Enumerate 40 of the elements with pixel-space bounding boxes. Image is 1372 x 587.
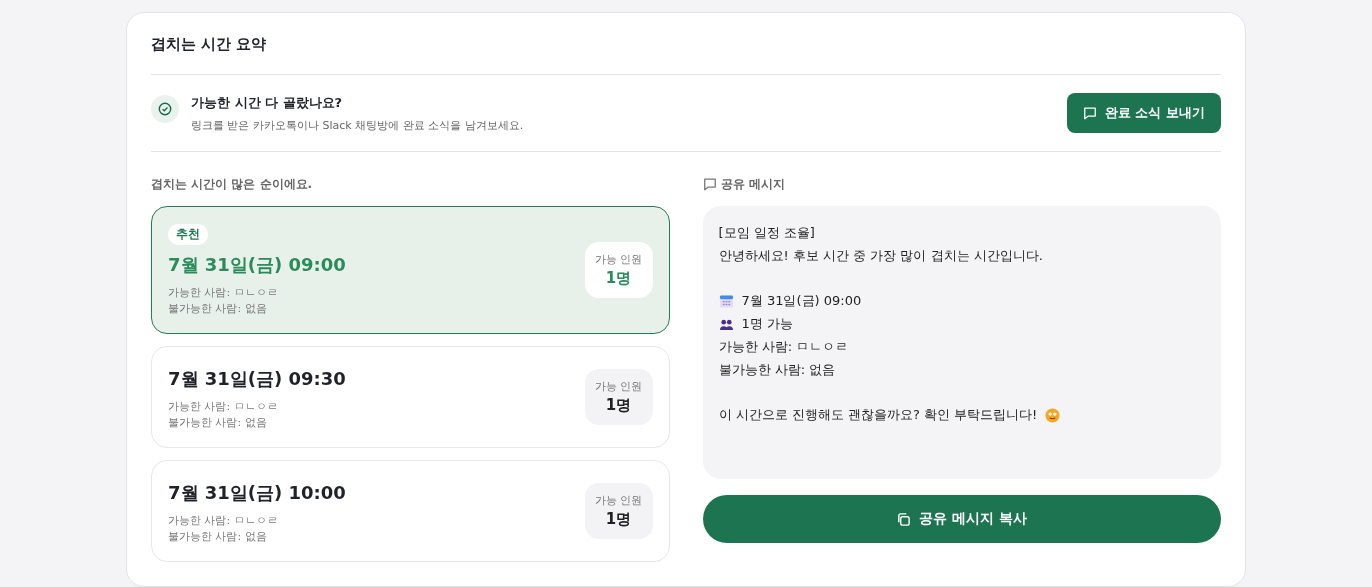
calendar-icon bbox=[718, 294, 734, 310]
ranking-heading: 겹치는 시간이 많은 순이에요. bbox=[151, 175, 313, 193]
copy-message-button[interactable]: 공유 메시지 복사 bbox=[702, 495, 1221, 543]
check-circle-icon bbox=[158, 102, 172, 116]
count-label: 가능 인원 bbox=[594, 252, 643, 267]
chat-icon bbox=[1082, 106, 1097, 120]
message-line: 가능한 사람: ㅁㄴㅇㄹ bbox=[718, 338, 849, 356]
unavailable-people: 불가능한 사람: 없음 bbox=[168, 301, 268, 317]
share-heading: 공유 메시지 bbox=[720, 175, 785, 193]
section-title: 겹치는 시간 요약 bbox=[151, 35, 268, 54]
slot-time: 7월 31일(금) 10:00 bbox=[168, 481, 346, 505]
count-value: 1명 bbox=[605, 269, 632, 288]
time-slot-card[interactable]: 7월 31일(금) 10:00 가능한 사람: ㅁㄴㅇㄹ 불가능한 사람: 없음 가능 인원 1명 bbox=[151, 460, 670, 562]
slot-time: 7월 31일(금) 09:30 bbox=[168, 367, 346, 391]
message-line: [모임 일정 조율] bbox=[718, 224, 815, 242]
slot-time: 7월 31일(금) 09:00 bbox=[168, 253, 346, 277]
available-people: 가능한 사람: ㅁㄴㅇㄹ bbox=[168, 399, 279, 415]
time-slot-card[interactable]: 추천 7월 31일(금) 09:00 가능한 사람: ㅁㄴㅇㄹ 불가능한 사람: 없음 가능 인원 1명 bbox=[151, 206, 670, 334]
time-slot-card[interactable]: 7월 31일(금) 09:30 가능한 사람: ㅁㄴㅇㄹ 불가능한 사람: 없음 가능 인원 1명 bbox=[151, 346, 670, 448]
recommend-badge: 추천 bbox=[168, 224, 208, 245]
unavailable-people: 불가능한 사람: 없음 bbox=[168, 415, 268, 431]
count-label: 가능 인원 bbox=[594, 379, 643, 394]
available-people: 가능한 사람: ㅁㄴㅇㄹ bbox=[168, 285, 279, 301]
chat-icon bbox=[702, 177, 717, 191]
message-line: 이 시간으로 진행해도 괜찮을까요? 확인 부탁드립니다! bbox=[718, 406, 1038, 425]
message-line: 1명 가능 bbox=[741, 315, 793, 334]
copy-icon bbox=[896, 511, 912, 527]
notice-title: 가능한 시간 다 골랐나요? bbox=[191, 93, 344, 112]
people-icon bbox=[718, 318, 734, 332]
count-value: 1명 bbox=[605, 396, 632, 415]
smiley-icon bbox=[1045, 408, 1061, 424]
message-line: 7월 31일(금) 09:00 bbox=[741, 292, 862, 311]
message-line: 안녕하세요! 후보 시간 중 가장 많이 겹치는 시간입니다. bbox=[718, 246, 1043, 265]
unavailable-people: 불가능한 사람: 없음 bbox=[168, 529, 268, 545]
message-line: 불가능한 사람: 없음 bbox=[718, 360, 836, 379]
notice-description: 링크를 받은 카카오톡이나 Slack 채팅방에 완료 소식을 남겨보세요. bbox=[191, 117, 525, 133]
available-people: 가능한 사람: ㅁㄴㅇㄹ bbox=[168, 513, 279, 529]
count-label: 가능 인원 bbox=[594, 493, 643, 508]
send-completion-button[interactable]: 완료 소식 보내기 bbox=[1066, 93, 1221, 133]
count-value: 1명 bbox=[605, 510, 632, 529]
